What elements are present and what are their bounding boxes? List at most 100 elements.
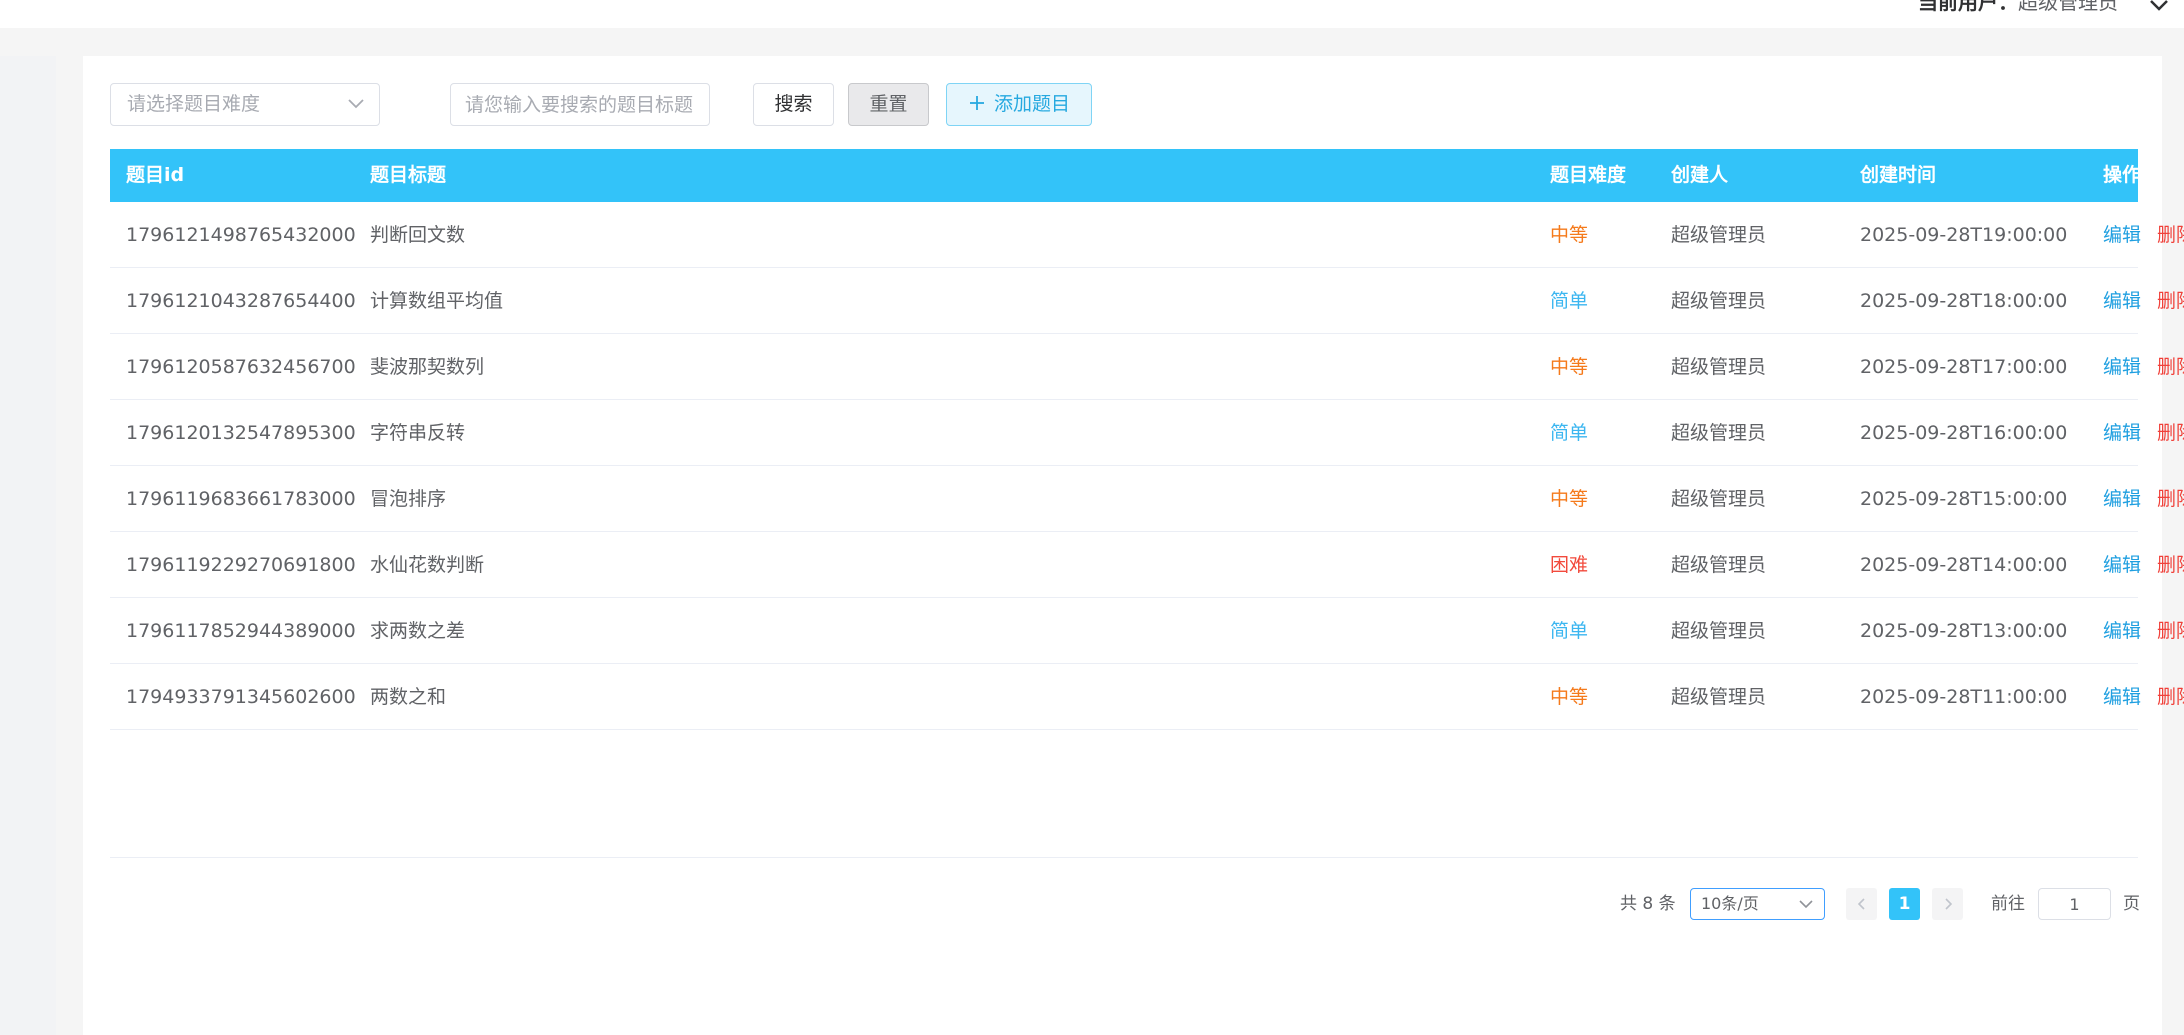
row-actions: 编辑删除 xyxy=(2103,532,2184,598)
delete-link[interactable]: 删除 xyxy=(2157,686,2184,708)
created-at: 2025-09-28T16:00:00 xyxy=(1860,422,2068,444)
delete-link[interactable]: 删除 xyxy=(2157,488,2184,510)
difficulty-select[interactable]: 请选择题目难度 xyxy=(110,83,380,126)
pagination-total: 共 8 条 xyxy=(1620,894,1676,914)
chevron-down-icon[interactable] xyxy=(2148,0,2170,12)
column-header-actions: 操作 xyxy=(2103,164,2142,186)
question-id: 1796121498765432000 xyxy=(126,224,356,246)
creator: 超级管理员 xyxy=(1671,488,1767,510)
question-title: 字符串反转 xyxy=(370,422,466,444)
created-at: 2025-09-28T14:00:00 xyxy=(1860,554,2068,576)
add-question-label: 添加题目 xyxy=(993,93,1070,115)
table-row: 1796120132547895300 字符串反转 简单 超级管理员 2025-09-2… xyxy=(110,400,2184,466)
column-header-creator[interactable]: 创建人 xyxy=(1671,149,1728,202)
filter-bar: 请选择题目难度 搜索 重置 添加题目 xyxy=(110,83,2010,127)
delete-link[interactable]: 删除 xyxy=(2157,356,2184,378)
delete-link[interactable]: 删除 xyxy=(2157,554,2184,576)
creator: 超级管理员 xyxy=(1671,422,1767,444)
questions-table: 题目id 题目标题 题目难度 创建人 创建时间 操作 1796121498765… xyxy=(110,149,2184,730)
question-title: 斐波那契数列 xyxy=(370,356,485,378)
delete-link[interactable]: 删除 xyxy=(2157,224,2184,246)
edit-link[interactable]: 编辑 xyxy=(2103,224,2141,246)
goto-label: 前往 xyxy=(1991,894,2025,914)
edit-link[interactable]: 编辑 xyxy=(2103,554,2141,576)
delete-link[interactable]: 删除 xyxy=(2157,620,2184,642)
row-actions: 编辑删除 xyxy=(2103,466,2184,532)
created-at: 2025-09-28T13:00:00 xyxy=(1860,620,2068,642)
difficulty-tag: 中等 xyxy=(1550,224,1589,246)
question-id: 1796117852944389000 xyxy=(126,620,356,642)
chevron-down-icon xyxy=(348,99,364,109)
created-at: 2025-09-28T11:00:00 xyxy=(1860,686,2068,708)
search-button[interactable]: 搜索 xyxy=(753,83,834,126)
table-row: 1794933791345602600 两数之和 中等 超级管理员 2025-09-28… xyxy=(110,664,2184,730)
table-row: 1796117852944389000 求两数之差 简单 超级管理员 2025-09-2… xyxy=(110,598,2184,664)
add-question-button[interactable]: 添加题目 xyxy=(946,83,1092,126)
creator: 超级管理员 xyxy=(1671,356,1767,378)
created-at: 2025-09-28T15:00:00 xyxy=(1860,488,2068,510)
column-header-id[interactable]: 题目id xyxy=(126,149,184,202)
current-user-name: 超级管理员 xyxy=(2018,0,2118,14)
creator: 超级管理员 xyxy=(1671,686,1767,708)
current-user[interactable]: 当前用户：超级管理员 xyxy=(1918,0,2118,14)
title-search-input[interactable] xyxy=(450,83,710,126)
reset-button[interactable]: 重置 xyxy=(848,83,929,126)
edit-link[interactable]: 编辑 xyxy=(2103,422,2141,444)
row-actions: 编辑删除 xyxy=(2103,202,2184,268)
column-header-created-at[interactable]: 创建时间 xyxy=(1860,149,1936,202)
column-header-title[interactable]: 题目标题 xyxy=(370,149,446,202)
edit-link[interactable]: 编辑 xyxy=(2103,620,2141,642)
delete-link[interactable]: 删除 xyxy=(2157,290,2184,312)
creator: 超级管理员 xyxy=(1671,554,1767,576)
chevron-right-icon xyxy=(1944,898,1952,910)
difficulty-tag: 中等 xyxy=(1550,488,1589,510)
question-id: 1796121043287654400 xyxy=(126,290,356,312)
current-user-label: 当前用户： xyxy=(1918,0,2018,14)
sidebar xyxy=(0,56,56,1035)
creator: 超级管理员 xyxy=(1671,620,1767,642)
chevron-left-icon xyxy=(1857,898,1865,910)
created-at: 2025-09-28T18:00:00 xyxy=(1860,290,2068,312)
table-body: 1796121498765432000 判断回文数 中等 超级管理员 2025-09-2… xyxy=(110,202,2184,730)
question-id: 1796120132547895300 xyxy=(126,422,356,444)
creator: 超级管理员 xyxy=(1671,290,1767,312)
page-size-select[interactable]: 10条/页 xyxy=(1690,888,1825,920)
main-card: 请选择题目难度 搜索 重置 添加题目 题目id 题目标题 题目难度 创建人 创建… xyxy=(83,56,2184,1035)
question-id: 1796119683661783000 xyxy=(126,488,356,510)
difficulty-tag: 困难 xyxy=(1550,554,1589,576)
question-id: 1796119229270691800 xyxy=(126,554,356,576)
plus-icon xyxy=(969,96,984,110)
column-header-difficulty[interactable]: 题目难度 xyxy=(1550,149,1626,202)
top-header: 当前用户：超级管理员 xyxy=(0,0,2184,28)
difficulty-tag: 简单 xyxy=(1550,290,1589,312)
delete-link[interactable]: 删除 xyxy=(2157,422,2184,444)
edit-link[interactable]: 编辑 xyxy=(2103,488,2141,510)
creator: 超级管理员 xyxy=(1671,224,1767,246)
edit-link[interactable]: 编辑 xyxy=(2103,356,2141,378)
chevron-down-icon xyxy=(1799,900,1813,909)
edit-link[interactable]: 编辑 xyxy=(2103,290,2141,312)
created-at: 2025-09-28T17:00:00 xyxy=(1860,356,2068,378)
question-id: 1796120587632456700 xyxy=(126,356,356,378)
table-row: 1796119683661783000 冒泡排序 中等 超级管理员 2025-09-28… xyxy=(110,466,2184,532)
question-title: 冒泡排序 xyxy=(370,488,447,510)
row-actions: 编辑删除 xyxy=(2103,664,2184,730)
next-page-button[interactable] xyxy=(1932,888,1963,920)
question-title: 计算数组平均值 xyxy=(370,290,504,312)
prev-page-button[interactable] xyxy=(1846,888,1877,920)
difficulty-tag: 中等 xyxy=(1550,686,1589,708)
table-row: 1796119229270691800 水仙花数判断 困难 超级管理员 2025-09-… xyxy=(110,532,2184,598)
edit-link[interactable]: 编辑 xyxy=(2103,686,2141,708)
pagination: 共 8 条 10条/页 1 前往 页 xyxy=(83,886,2162,922)
question-title: 两数之和 xyxy=(370,686,447,708)
created-at: 2025-09-28T19:00:00 xyxy=(1860,224,2068,246)
row-actions: 编辑删除 xyxy=(2103,598,2184,664)
row-actions: 编辑删除 xyxy=(2103,400,2184,466)
page-size-value: 10条/页 xyxy=(1701,894,1759,913)
question-title: 判断回文数 xyxy=(370,224,466,246)
difficulty-tag: 简单 xyxy=(1550,422,1589,444)
goto-page-input[interactable] xyxy=(2038,888,2111,920)
question-title: 求两数之差 xyxy=(370,620,466,642)
question-title: 水仙花数判断 xyxy=(370,554,485,576)
page-number-current[interactable]: 1 xyxy=(1889,888,1920,920)
